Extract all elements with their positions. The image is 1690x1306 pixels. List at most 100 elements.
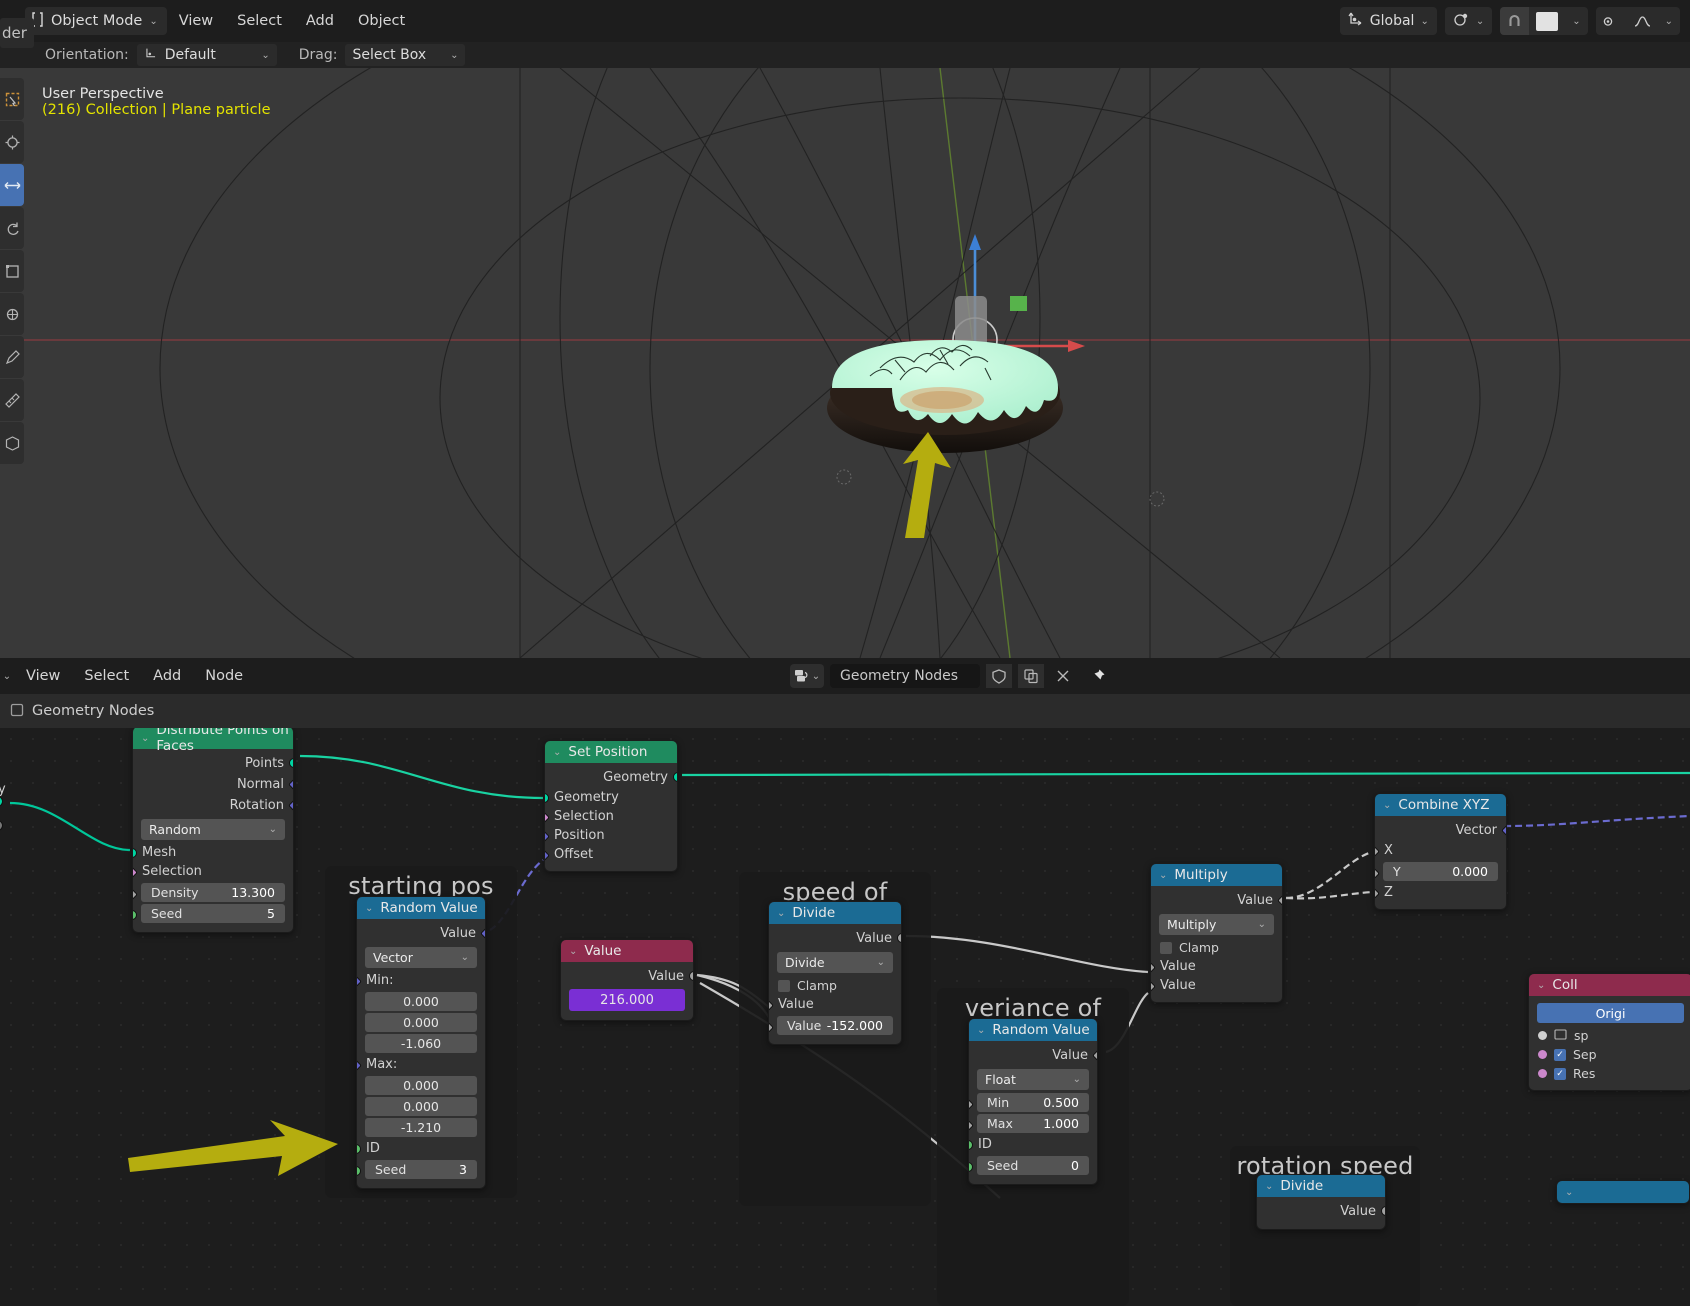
- menu-view[interactable]: View: [167, 7, 225, 35]
- input-geometry[interactable]: Geometry: [545, 788, 677, 807]
- checkbox-icon[interactable]: ✓: [1554, 1067, 1566, 1080]
- input-min[interactable]: Min:: [357, 971, 485, 990]
- chevron-down-icon[interactable]: ⌄: [553, 747, 561, 758]
- chevron-down-icon[interactable]: ⌄: [141, 733, 149, 744]
- socket-offscreen-2[interactable]: [0, 820, 3, 831]
- max-y-field[interactable]: 0.000: [365, 1097, 477, 1116]
- chevron-down-icon[interactable]: ⌄: [365, 903, 373, 914]
- tool-rotate[interactable]: [0, 207, 24, 249]
- node-header[interactable]: ⌄ Divide: [769, 902, 901, 924]
- falloff-curve-icon[interactable]: [1627, 7, 1658, 35]
- socket-float[interactable]: [1151, 961, 1156, 974]
- viewport-toolbar[interactable]: [0, 78, 24, 464]
- socket-vector[interactable]: [1501, 824, 1506, 837]
- value-field[interactable]: 216.000: [569, 989, 685, 1011]
- radio-icon[interactable]: [1538, 1069, 1547, 1078]
- node-distribute-points-on-faces[interactable]: ⌄ Distribute Points on Faces Points Norm…: [132, 728, 294, 933]
- tool-move[interactable]: [0, 164, 24, 206]
- socket-geometry[interactable]: [545, 793, 549, 803]
- ne-menu-add[interactable]: Add: [141, 662, 193, 690]
- output-points[interactable]: Points: [133, 753, 293, 774]
- checkbox-icon[interactable]: [1160, 941, 1172, 954]
- node-partial-right[interactable]: ⌄: [1556, 1180, 1690, 1204]
- min-x-field[interactable]: 0.000: [365, 992, 477, 1011]
- input-selection[interactable]: Selection: [133, 862, 293, 881]
- socket-geometry[interactable]: [133, 848, 137, 858]
- output-rotation[interactable]: Rotation: [133, 795, 293, 816]
- min-z-field[interactable]: -1.060: [365, 1034, 477, 1053]
- chevron-down-icon[interactable]: ⌄: [1159, 870, 1167, 881]
- checkbox-icon[interactable]: [778, 979, 790, 992]
- input-id[interactable]: ID: [969, 1135, 1097, 1154]
- socket-vector[interactable]: [545, 830, 550, 843]
- seed-field[interactable]: Seed 3: [365, 1160, 477, 1179]
- pin-icon[interactable]: [1082, 668, 1112, 685]
- tool-scale[interactable]: [0, 250, 24, 292]
- tool-add-cube[interactable]: [0, 422, 24, 464]
- tool-measure[interactable]: [0, 379, 24, 421]
- socket-vector[interactable]: [288, 778, 293, 791]
- data-type-select[interactable]: Float ⌄: [977, 1069, 1089, 1090]
- node-random-value-variance[interactable]: ⌄ Random Value Value Float ⌄ Min 0.500 M…: [968, 1018, 1098, 1185]
- socket-geometry[interactable]: [289, 758, 293, 768]
- separate-checkbox[interactable]: ✓ Sep: [1529, 1045, 1690, 1064]
- object-mode-dropdown[interactable]: Object Mode ⌄: [25, 7, 167, 35]
- max-x-field[interactable]: 0.000: [365, 1076, 477, 1095]
- tool-transform[interactable]: [0, 293, 24, 335]
- snap-options-chevron[interactable]: ⌄: [1565, 7, 1587, 35]
- snap-magnet-icon[interactable]: [1500, 7, 1530, 35]
- output-value[interactable]: Value: [969, 1045, 1097, 1066]
- chevron-down-icon[interactable]: ⌄: [1383, 800, 1391, 811]
- socket-float[interactable]: [969, 1098, 974, 1111]
- tool-annotate[interactable]: [0, 336, 24, 378]
- input-selection[interactable]: Selection: [545, 807, 677, 826]
- ne-menu-node[interactable]: Node: [193, 662, 255, 690]
- origin-button[interactable]: Origi: [1537, 1003, 1684, 1023]
- socket-boolean[interactable]: [545, 811, 550, 824]
- density-field[interactable]: Density 13.300: [141, 883, 285, 902]
- socket-float[interactable]: [1092, 1049, 1097, 1062]
- node-header[interactable]: ⌄: [1557, 1181, 1689, 1203]
- y-field[interactable]: Y 0.000: [1383, 862, 1498, 881]
- menu-add[interactable]: Add: [294, 7, 346, 35]
- pivot-point-dropdown[interactable]: ⌄: [1444, 7, 1493, 35]
- tool-cursor[interactable]: [0, 121, 24, 163]
- chevron-down-icon[interactable]: ⌄: [777, 908, 785, 919]
- geometry-nodes-icon[interactable]: ⌄: [790, 664, 824, 688]
- output-vector[interactable]: Vector: [1375, 820, 1506, 841]
- clamp-checkbox[interactable]: Clamp: [769, 976, 901, 995]
- proportional-editing-group[interactable]: ⌄: [1595, 7, 1680, 35]
- input-max[interactable]: Max:: [357, 1055, 485, 1074]
- node-header[interactable]: ⌄ Set Position: [545, 741, 677, 763]
- input-offset[interactable]: Offset: [545, 845, 677, 864]
- node-header[interactable]: ⌄ Value: [561, 940, 693, 962]
- socket-float[interactable]: [769, 999, 774, 1012]
- socket-vector[interactable]: [480, 927, 485, 940]
- distribute-method-select[interactable]: Random ⌄: [141, 819, 285, 840]
- unlink-icon[interactable]: [1050, 664, 1076, 688]
- socket-vector[interactable]: [357, 975, 362, 988]
- output-value[interactable]: Value: [1151, 890, 1282, 911]
- socket-vector[interactable]: [288, 799, 293, 812]
- input-x[interactable]: X: [1375, 841, 1506, 860]
- socket-float[interactable]: [897, 933, 901, 943]
- socket-int[interactable]: [133, 910, 137, 920]
- node-header[interactable]: ⌄ Coll: [1529, 974, 1690, 996]
- output-value[interactable]: Value: [561, 966, 693, 987]
- output-value[interactable]: Value: [357, 923, 485, 944]
- socket-float[interactable]: [1151, 980, 1156, 993]
- viewport-3d[interactable]: User Perspective (216) Collection | Plan…: [0, 68, 1690, 658]
- socket-float[interactable]: [1381, 1206, 1385, 1216]
- node-header[interactable]: ⌄ Combine XYZ: [1375, 794, 1506, 816]
- orientation-select[interactable]: Default ⌄: [136, 44, 277, 66]
- node-set-position[interactable]: ⌄ Set Position Geometry Geometry Selecti…: [544, 740, 678, 872]
- node-group-datablock[interactable]: Geometry Nodes: [830, 664, 980, 688]
- seed-field[interactable]: Seed 5: [141, 904, 285, 923]
- transform-orientation-dropdown[interactable]: Global ⌄: [1339, 7, 1437, 35]
- socket-float[interactable]: [689, 971, 693, 981]
- node-header[interactable]: ⌄ Divide: [1257, 1175, 1385, 1197]
- socket-float[interactable]: [1375, 845, 1380, 858]
- clamp-checkbox[interactable]: Clamp: [1151, 938, 1282, 957]
- editor-type-chevron-icon[interactable]: ⌄: [0, 671, 14, 682]
- node-header[interactable]: ⌄ Random Value: [969, 1019, 1097, 1041]
